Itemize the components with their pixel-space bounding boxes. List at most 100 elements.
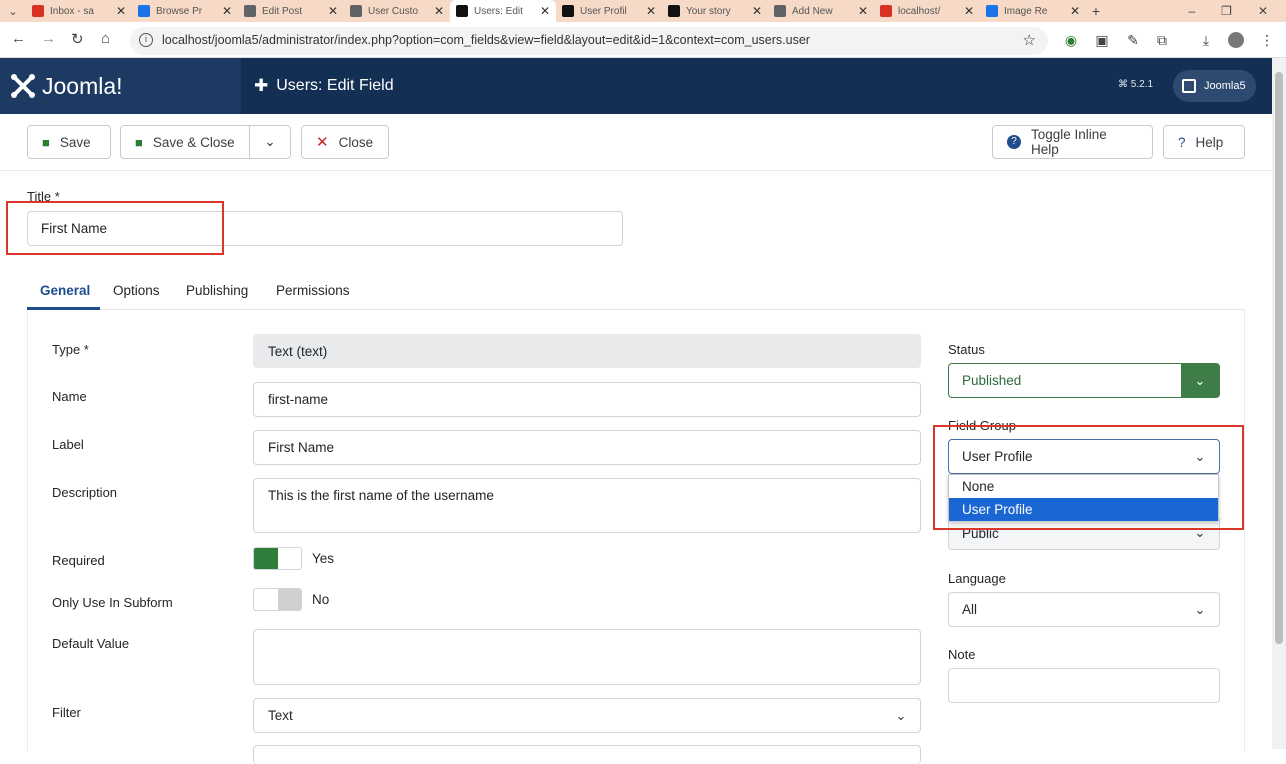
forward-icon[interactable]: → bbox=[41, 30, 56, 47]
tab-permissions[interactable]: Permissions bbox=[276, 283, 350, 298]
browser-tab[interactable]: localhost/ ✕ bbox=[874, 0, 980, 22]
browser-toolbar: ← → ↻ ⌂ i localhost/joomla5/administrato… bbox=[0, 22, 1286, 58]
filter-select[interactable]: Text ⌄ bbox=[253, 698, 921, 733]
joomla-logo[interactable]: Joomla! bbox=[0, 58, 241, 114]
browser-tab[interactable]: Browse Pr ✕ bbox=[132, 0, 238, 22]
address-bar[interactable]: i localhost/joomla5/administrator/index.… bbox=[130, 27, 1048, 55]
help-button[interactable]: ? Help bbox=[1163, 125, 1245, 159]
browser-tab-title: Image Re bbox=[1004, 5, 1048, 17]
reload-icon[interactable]: ↻ bbox=[71, 30, 84, 48]
question-icon: ? bbox=[1178, 134, 1186, 150]
close-button[interactable]: ✕ Close bbox=[301, 125, 389, 159]
default-value-textarea[interactable] bbox=[253, 629, 921, 685]
chevron-down-icon: ⌄ bbox=[1181, 364, 1219, 397]
puzzle-piece-icon: ✚ bbox=[254, 76, 269, 95]
status-select[interactable]: Published ⌄ bbox=[948, 363, 1220, 398]
tab-close-icon[interactable]: ✕ bbox=[434, 4, 444, 18]
browser-tab-title: localhost/ bbox=[898, 5, 941, 17]
name-input[interactable]: first-name bbox=[253, 382, 921, 417]
home-icon[interactable]: ⌂ bbox=[101, 30, 110, 47]
bookmark-star-icon[interactable]: ☆ bbox=[1023, 31, 1036, 49]
language-select[interactable]: All ⌄ bbox=[948, 592, 1220, 627]
profile-avatar[interactable] bbox=[1228, 32, 1244, 48]
new-tab-icon[interactable]: + bbox=[1086, 3, 1106, 19]
filter-value: Text bbox=[268, 708, 293, 723]
tab-close-icon[interactable]: ✕ bbox=[752, 4, 762, 18]
tab-list-chevron-icon[interactable]: ⌄ bbox=[0, 5, 26, 18]
description-textarea[interactable]: This is the first name of the username bbox=[253, 478, 921, 533]
save-options-dropdown[interactable]: ⌄ bbox=[249, 125, 291, 159]
localhost-icon bbox=[880, 5, 892, 17]
tab-close-icon[interactable]: ✕ bbox=[328, 4, 338, 18]
user-menu-button[interactable]: Joomla5 bbox=[1173, 70, 1256, 102]
user-menu-label: Joomla5 bbox=[1204, 80, 1246, 92]
toggle-knob bbox=[278, 589, 301, 610]
tab-general[interactable]: General bbox=[40, 283, 90, 298]
browser-tab-title: Edit Post bbox=[262, 5, 303, 17]
required-toggle[interactable] bbox=[253, 547, 302, 570]
site-info-icon[interactable]: i bbox=[139, 33, 153, 47]
admin-header: Joomla! ✚ Users: Edit Field ⌘ 5.2.1 Joom… bbox=[0, 58, 1272, 114]
user-custom-icon bbox=[350, 5, 362, 17]
save-button[interactable]: ■ Save bbox=[27, 125, 111, 159]
browse-icon bbox=[138, 5, 150, 17]
tab-close-icon[interactable]: ✕ bbox=[858, 4, 868, 18]
next-field bbox=[253, 745, 921, 764]
minimize-icon[interactable]: – bbox=[1188, 4, 1195, 18]
tab-close-icon[interactable]: ✕ bbox=[964, 4, 974, 18]
tab-close-icon[interactable]: ✕ bbox=[116, 4, 126, 18]
window-close-icon[interactable]: ✕ bbox=[1258, 4, 1268, 18]
save-close-button[interactable]: ■ Save & Close bbox=[120, 125, 250, 159]
note-input[interactable] bbox=[948, 668, 1220, 703]
default-value-label: Default Value bbox=[52, 636, 130, 651]
browser-tab[interactable]: Image Re ✕ bbox=[980, 0, 1086, 22]
browser-tab[interactable]: Users: Edit ✕ bbox=[450, 0, 556, 22]
maximize-icon[interactable]: ❐ bbox=[1221, 4, 1232, 18]
label-input[interactable]: First Name bbox=[253, 430, 921, 465]
tab-options[interactable]: Options bbox=[113, 283, 160, 298]
language-label: Language bbox=[948, 571, 1006, 586]
medium-icon bbox=[668, 5, 680, 17]
subform-toggle[interactable] bbox=[253, 588, 302, 611]
description-label: Description bbox=[52, 485, 118, 500]
browser-tab[interactable]: Edit Post ✕ bbox=[238, 0, 344, 22]
label-label: Label bbox=[52, 437, 84, 452]
tab-close-icon[interactable]: ✕ bbox=[540, 4, 550, 18]
close-icon: ✕ bbox=[316, 134, 329, 151]
eyedropper-icon[interactable]: ✎ bbox=[1124, 32, 1142, 48]
browser-tab[interactable]: Your story ✕ bbox=[662, 0, 768, 22]
puzzle-icon[interactable]: ⧉ bbox=[1153, 32, 1171, 48]
browser-menu-icon[interactable]: ⋮ bbox=[1258, 32, 1276, 48]
type-field: Text (text) bbox=[253, 334, 921, 368]
language-value: All bbox=[962, 602, 978, 617]
browser-tab[interactable]: User Profil ✕ bbox=[556, 0, 662, 22]
tab-close-icon[interactable]: ✕ bbox=[222, 4, 232, 18]
toggle-inline-help-button[interactable]: ? Toggle Inline Help bbox=[992, 125, 1153, 159]
tab-close-icon[interactable]: ✕ bbox=[646, 4, 656, 18]
form-tabs: General Options Publishing Permissions bbox=[27, 272, 1245, 310]
scrollbar-thumb[interactable] bbox=[1275, 72, 1283, 644]
download-icon[interactable]: ⤓ bbox=[1197, 32, 1215, 48]
required-label: Required bbox=[52, 553, 105, 568]
extension-icon[interactable]: ▣ bbox=[1093, 32, 1111, 48]
save-label: Save bbox=[59, 134, 91, 150]
extension-icon[interactable]: ◉ bbox=[1062, 32, 1080, 48]
close-label: Close bbox=[338, 134, 374, 150]
question-circle-icon: ? bbox=[1007, 135, 1021, 149]
tab-close-icon[interactable]: ✕ bbox=[1070, 4, 1080, 18]
browser-tab-title: Add New bbox=[792, 5, 833, 17]
back-icon[interactable]: ← bbox=[11, 30, 26, 47]
save-close-label: Save & Close bbox=[152, 134, 235, 150]
help-label: Help bbox=[1195, 134, 1224, 150]
browser-tab[interactable]: User Custo ✕ bbox=[344, 0, 450, 22]
browser-tabs: Inbox - sa ✕ Browse Pr ✕ Edit Post ✕ User Cust… bbox=[26, 0, 1086, 22]
tab-publishing[interactable]: Publishing bbox=[186, 283, 248, 298]
browser-tab[interactable]: Add New ✕ bbox=[768, 0, 874, 22]
browser-tab-bar: ⌄ Inbox - sa ✕ Browse Pr ✕ Edit Post ✕ User Cu… bbox=[0, 0, 1286, 22]
toggle-knob bbox=[254, 548, 278, 569]
save-icon: ■ bbox=[42, 134, 50, 150]
add-new-icon bbox=[774, 5, 786, 17]
browser-tab-title: User Profil bbox=[580, 5, 627, 17]
browser-tab[interactable]: Inbox - sa ✕ bbox=[26, 0, 132, 22]
joomla-icon bbox=[562, 5, 574, 17]
